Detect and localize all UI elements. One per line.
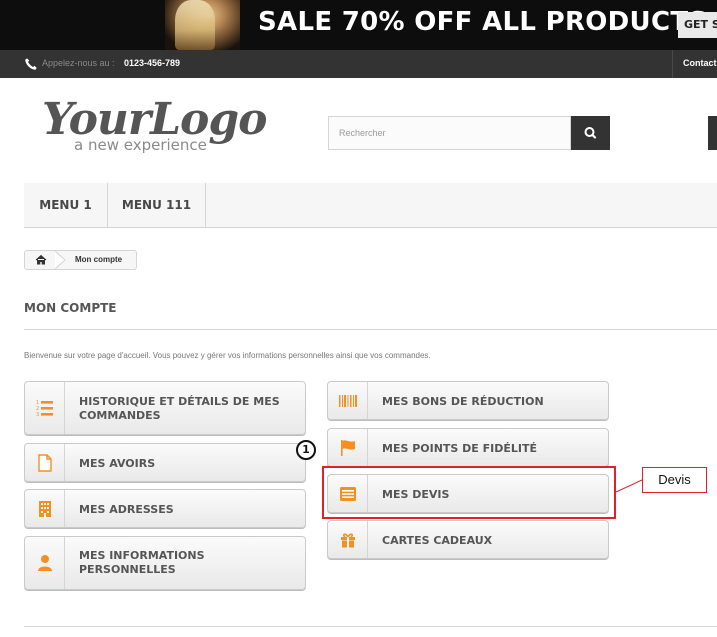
list-ordered-icon: 1 2 3: [36, 400, 53, 418]
site-logo[interactable]: YourLogo a new experience: [42, 94, 272, 160]
gift-cards-label: CARTES CADEAUX: [382, 534, 493, 547]
search-icon: [584, 127, 597, 139]
banner-model-hair: [175, 0, 215, 50]
loyalty-points-button[interactable]: MES POINTS DE FIDÉLITÉ: [327, 428, 609, 467]
menu-item-1[interactable]: MENU 1: [24, 183, 108, 228]
personal-info-label: MES INFORMATIONS PERSONNELLES: [79, 549, 205, 576]
file-icon: [38, 453, 52, 472]
icon-cell: [328, 429, 368, 466]
credit-slips-button[interactable]: MES AVOIRS: [24, 443, 306, 482]
menu-item-111[interactable]: MENU 111: [108, 183, 206, 228]
icon-cell: [25, 490, 65, 527]
banner-headline: SALE 70% OFF ALL PRODUCTS: [258, 7, 708, 37]
order-history-label: HISTORIQUE ET DÉTAILS DE MES COMMANDES: [79, 395, 280, 422]
contact-link[interactable]: Contact: [683, 58, 717, 68]
page-title: MON COMPTE: [24, 301, 117, 315]
search-button[interactable]: [571, 116, 610, 150]
icon-cell: [25, 537, 65, 589]
top-bar: Appelez-nous au : 0123-456-789 Contact: [0, 50, 717, 78]
topbar-divider: [672, 50, 673, 78]
icon-cell: [25, 444, 65, 481]
credit-slips-label: MES AVOIRS: [79, 457, 156, 470]
building-icon: [39, 500, 51, 517]
user-icon: [38, 555, 52, 571]
breadcrumb-current: Mon compte: [75, 255, 123, 264]
svg-text:3: 3: [36, 412, 39, 418]
home-icon[interactable]: [25, 251, 57, 269]
welcome-text: Bienvenue sur votre page d'accueil. Vous…: [24, 351, 431, 360]
logo-tagline: a new experience: [74, 136, 207, 154]
flag-icon: [341, 439, 355, 456]
breadcrumb-separator-icon: [55, 251, 66, 269]
personal-info-button[interactable]: MES INFORMATIONS PERSONNELLES: [24, 536, 306, 590]
icon-cell: 1 2 3: [25, 382, 65, 434]
breadcrumb: Mon compte: [24, 250, 137, 270]
title-divider: [24, 329, 717, 330]
phone-number: 0123-456-789: [124, 58, 181, 68]
step-badge: 1: [296, 440, 316, 460]
phone-icon: [25, 58, 37, 70]
gift-cards-button[interactable]: CARTES CADEAUX: [327, 520, 609, 559]
banner-cta-button[interactable]: GET S: [678, 12, 717, 38]
highlight-box: [322, 466, 616, 519]
addresses-button[interactable]: MES ADRESSES: [24, 489, 306, 528]
order-history-button[interactable]: 1 2 3 HISTORIQUE ET DÉTAILS DE MES COMMA…: [24, 381, 306, 435]
promo-banner[interactable]: SALE 70% OFF ALL PRODUCTS GET S: [0, 0, 717, 50]
barcode-icon: [339, 394, 357, 407]
loyalty-points-label: MES POINTS DE FIDÉLITÉ: [382, 442, 538, 455]
vouchers-label: MES BONS DE RÉDUCTION: [382, 395, 544, 408]
gift-icon: [341, 532, 355, 547]
footer-divider: [24, 626, 717, 627]
icon-cell: [328, 382, 368, 419]
icon-cell: [328, 521, 368, 558]
vouchers-button[interactable]: MES BONS DE RÉDUCTION: [327, 381, 609, 420]
callout-label: Devis: [642, 467, 707, 493]
main-menu: MENU 1 MENU 111: [24, 183, 717, 228]
cart-button[interactable]: [708, 116, 717, 150]
search-input[interactable]: [328, 116, 571, 150]
call-us-label: Appelez-nous au :: [42, 58, 115, 68]
addresses-label: MES ADRESSES: [79, 503, 174, 516]
